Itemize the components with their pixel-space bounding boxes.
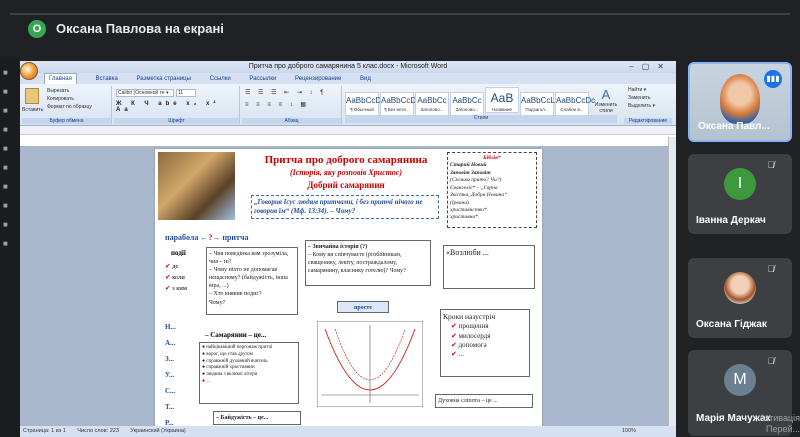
replace-button[interactable]: Заменить bbox=[628, 95, 650, 101]
clipboard-group: Вставить Вырезать Копировать Формат по о… bbox=[22, 86, 112, 124]
font-size-select[interactable]: 11 bbox=[176, 89, 196, 97]
love-box: «Возлюби ... bbox=[443, 245, 535, 289]
page-count: Страница: 1 из 1 bbox=[23, 428, 66, 434]
doc-title: Притча про доброго самарянина bbox=[264, 154, 428, 166]
font-group: Calibri (Основной те ▾ 11 Ж К Ч abe x₂ x… bbox=[114, 86, 240, 124]
editing-label: Редактирование bbox=[624, 118, 672, 124]
windows-activation-watermark: Активація Перей... bbox=[759, 413, 800, 434]
mic-off-icon: 🎙̸ bbox=[767, 264, 775, 274]
doc-heading: Добрий самарянин bbox=[307, 180, 385, 190]
paste-button[interactable]: Вставить bbox=[22, 107, 44, 113]
font-name-select[interactable]: Calibri (Основной те ▾ bbox=[116, 89, 174, 97]
avatar: М bbox=[724, 364, 756, 396]
participant-tile-oksana-g[interactable]: 🎙̸ Оксана Гіджак bbox=[688, 258, 792, 338]
mic-off-icon: 🎙̸ bbox=[767, 356, 775, 366]
quote-box: „Говорив Ісус людям притчами, і без прит… bbox=[251, 195, 439, 219]
participant-tile-presenter[interactable]: ▮▮▮ Оксана Павл... bbox=[688, 62, 792, 142]
find-button[interactable]: Найти ▾ bbox=[628, 87, 646, 93]
blindness-box: Духовна сліпота – це ... bbox=[435, 394, 533, 408]
indifference-box: – Байдужість – це... bbox=[213, 411, 301, 425]
parabola-diagram bbox=[317, 321, 423, 407]
ribbon-tabs: Главная Вставка Разметка страницы Ссылки… bbox=[20, 73, 676, 86]
questions-box: – Чия поведінка вам зрозуміла, чия – ні?… bbox=[206, 247, 298, 315]
copy-button[interactable]: Копировать bbox=[47, 96, 74, 102]
vertical-scrollbar[interactable] bbox=[668, 137, 676, 427]
presenter-photo bbox=[720, 74, 760, 124]
paragraph-label: Абзац bbox=[242, 118, 341, 124]
document-page[interactable]: Притча про доброго самарянина (Історія, … bbox=[155, 149, 542, 437]
bible-box: Біблія* Старий Новий Заповіт Заповіт (Ск… bbox=[447, 152, 537, 228]
presenter-avatar: О bbox=[28, 20, 46, 38]
format-buttons[interactable]: Ж К Ч abe x₂ x² Aa bbox=[116, 101, 239, 113]
word-count: Число слов: 223 bbox=[77, 428, 119, 434]
simple-box: просте bbox=[337, 301, 389, 313]
font-label: Шрифт bbox=[114, 118, 239, 124]
window-title: Притча про доброго самарянина 5 клас.doc… bbox=[248, 63, 448, 70]
presenting-banner: Оксана Павлова на екрані bbox=[56, 21, 224, 36]
ribbon: Вставить Вырезать Копировать Формат по о… bbox=[20, 84, 676, 126]
cut-button[interactable]: Вырезать bbox=[47, 88, 69, 94]
style-title[interactable]: AaB Название bbox=[485, 87, 519, 113]
parabola-line: парабола ←?→ притча bbox=[165, 233, 249, 242]
list-buttons[interactable]: ☰ ☰ ☰ ⇤ ⇥ ↕ ¶ bbox=[245, 89, 326, 96]
horizontal-ruler[interactable] bbox=[20, 126, 676, 135]
align-buttons[interactable]: ≡ ≡ ≡ ≡ ↕ ▦ bbox=[245, 101, 309, 108]
participant-name: Оксана Гіджак bbox=[696, 319, 767, 330]
speaking-icon: ▮▮▮ bbox=[764, 70, 782, 88]
styles-label: Стили bbox=[345, 115, 617, 123]
change-styles-button[interactable]: A Изменить стили bbox=[592, 87, 620, 114]
select-button[interactable]: Выделить ▾ bbox=[628, 103, 655, 109]
paragraph-group: ☰ ☰ ☰ ⇤ ⇥ ↕ ¶ ≡ ≡ ≡ ≡ ↕ ▦ Абзац bbox=[242, 86, 342, 124]
participant-name: Оксана Павл... bbox=[698, 121, 770, 132]
steps-box: Кроки назустріч ✔ прощення ✔ милосердя ✔… bbox=[440, 309, 530, 377]
paste-icon[interactable] bbox=[25, 88, 39, 104]
shared-screen: Притча про доброго самарянина 5 клас.doc… bbox=[20, 61, 676, 437]
avatar bbox=[724, 272, 756, 304]
clipboard-label: Буфер обмена bbox=[22, 118, 111, 124]
samaritan-illustration bbox=[158, 152, 235, 220]
events-list: ✔ де ✔ коли ✔ з ким bbox=[165, 263, 188, 292]
samaritan-heading: – Самарянин – це... bbox=[205, 331, 267, 339]
mic-off-icon: 🎙̸ bbox=[767, 160, 775, 170]
format-painter-button[interactable]: Формат по образцу bbox=[47, 104, 92, 110]
doc-subtitle: (Історія, яку розповів Христос) bbox=[289, 168, 403, 177]
zoom-level[interactable]: 100% bbox=[622, 426, 636, 437]
participant-name: Іванна Деркач bbox=[696, 215, 766, 226]
meet-top-bar: О Оксана Павлова на екрані bbox=[0, 0, 800, 58]
word-title-bar: Притча про доброго самарянина 5 клас.doc… bbox=[20, 61, 676, 73]
left-edge-strip: ■ ■ ■ ■ ■ ■ ■ ■ ■ ■ bbox=[0, 58, 20, 437]
participant-tile-ivanna[interactable]: 🎙̸ І Іванна Деркач bbox=[688, 154, 792, 234]
language[interactable]: Украинский (Украина) bbox=[130, 428, 185, 434]
events-label: події bbox=[171, 249, 186, 257]
word-status-bar: Страница: 1 из 1 Число слов: 223 Украинс… bbox=[20, 426, 676, 437]
divider bbox=[10, 13, 790, 15]
window-controls[interactable]: –▢✕ bbox=[629, 61, 672, 73]
acrostic-letters: Н... А... З... У... С... Т... Р... bbox=[165, 323, 176, 427]
styles-gallery: AaBbCcDc ¶ Обычный AaBbCcDc ¶ Без инте... Aa… bbox=[345, 87, 595, 118]
office-button[interactable] bbox=[20, 62, 38, 80]
samaritan-list: ● найцікавіший персонаж притчі ● ворог, щ… bbox=[199, 342, 299, 404]
story-box: – Звичайна історія (?) – Кому ви співчув… bbox=[305, 240, 431, 286]
editing-group: Найти ▾ Заменить Выделить ▾ Редактирован… bbox=[624, 86, 672, 124]
avatar: І bbox=[724, 168, 756, 200]
